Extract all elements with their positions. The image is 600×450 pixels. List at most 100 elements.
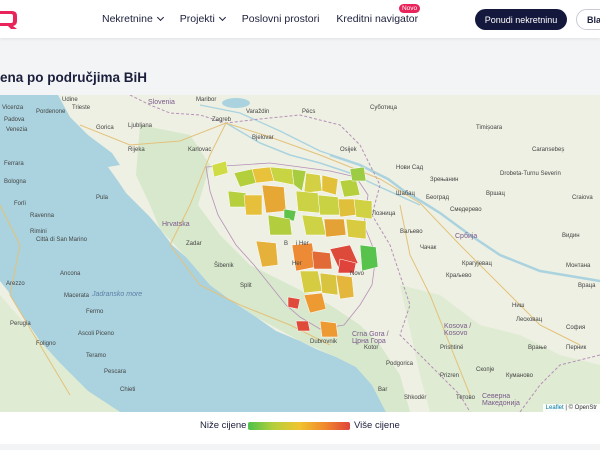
city-label-novo: Novo [350,271,365,277]
city-label-ancona: Ancona [60,271,81,277]
city-label-karlovac: Karlovac [188,147,212,153]
nav-item-label: Poslovni prostori [241,13,320,25]
city-label-bjelovar: Bjelovar [252,135,274,141]
city-label-pula: Pula [96,195,109,201]
city-label-ferrara: Ferrara [4,161,24,167]
country-label-slovenia: Slovenia [148,99,175,106]
city-label-prizren: Prizren [440,373,460,379]
city-label-split: Split [240,283,252,289]
region[interactable] [303,172,323,194]
region[interactable] [261,184,287,214]
map-attribution: Leaflet | © OpenStr [542,404,600,412]
region[interactable] [243,194,263,216]
blog-button[interactable]: Bla [576,9,600,30]
city-label-sabac: Шабац [396,191,415,197]
city-label-novi-sad: Нови Сад [396,165,424,171]
price-map[interactable]: Slovenia Hrvatska Србија Crna Gora / Црн… [0,95,600,412]
city-label-pristina: Prishtinë [440,345,464,351]
city-label-macerata: Macerata [64,293,90,299]
region[interactable] [287,296,301,310]
city-label-smederevo: Смедерево [450,207,482,213]
lake [222,98,250,108]
city-label-ascoli: Ascoli Piceno [78,331,115,337]
region[interactable] [345,218,367,240]
region[interactable] [323,218,347,238]
site-header: Nekretnine Projekti Poslovni prostori Kr… [0,0,600,38]
region[interactable] [227,190,247,208]
city-label-zagreb: Zagreb [212,117,232,123]
logo-icon[interactable] [0,9,18,29]
region[interactable] [295,190,321,214]
country-label-crna-gora: Crna Gora / Црна Гора [352,331,389,345]
city-label-perugia: Perugia [10,321,31,327]
map-canvas [0,95,600,412]
city-label-citta: Città di San Marino [36,237,88,243]
city-label-venezia: Venezia [6,127,28,133]
country-label-makedonija: Северна Македонија [482,393,520,407]
city-label-pernik: Перник [566,345,587,351]
region[interactable] [295,320,311,332]
city-label-varazdin: Varaždin [246,109,270,115]
chevron-down-icon [218,13,226,22]
city-label-udine: Udine [62,97,78,103]
city-label-arezzo: Arezzo [6,281,25,287]
page: Nekretnine Projekti Poslovni prostori Kr… [0,0,600,450]
city-label-drobeta: Drobeta-Turnu Severin [500,171,561,177]
region[interactable] [359,244,379,272]
city-label-maribor: Maribor [196,97,217,103]
city-label-kumanovo: Куманово [506,373,533,379]
city-label-zrenjanin: Зрењанин [430,177,459,183]
city-label-leskovac: Лесковац [516,317,543,323]
city-label-kotor: Kotor [364,345,379,351]
city-label-skopje: Скопје [476,367,495,373]
city-label-foligno: Foligno [36,341,56,347]
city-label-bosnia-b: B [284,241,289,247]
city-label-vidin: Видин [562,233,580,239]
nav-item-poslovni-prostori[interactable]: Poslovni prostori [242,13,320,25]
legend-gradient-bar [248,422,350,430]
city-label-trieste: Trieste [72,105,91,111]
region[interactable] [299,270,323,294]
nav-item-label: Projekti [179,13,215,25]
leaflet-link[interactable]: Leaflet [546,405,564,411]
section-title: ena po područjima BiH [0,70,148,85]
osm-attribution[interactable]: | © OpenStr [564,405,597,411]
city-label-kragujevac: Крагујевац [462,261,492,267]
region[interactable] [301,214,327,236]
city-label-sofia: София [566,325,586,331]
nav-item-projekti[interactable]: Projekti [179,13,226,25]
legend-high-label: Više cijene [354,420,400,431]
city-label-fermo: Fermo [86,309,104,315]
region[interactable] [319,272,339,296]
chevron-down-icon [156,13,164,22]
city-label-tetovo: Тетово [456,395,475,401]
region[interactable] [311,250,333,270]
city-label-craiova: Craiova [572,195,593,201]
city-label-bosnia-h: i Her [296,241,309,247]
city-label-kraljevo: Краљево [446,273,472,279]
region[interactable] [353,198,373,220]
city-label-loznica: Лозница [372,211,396,217]
price-legend: Niže cijene Više cijene [0,412,600,444]
ponudi-nekretninu-button[interactable]: Ponudi nekretninu [475,9,567,30]
city-label-bar: Bar [378,387,388,393]
nav-item-kreditni-navigator[interactable]: Kreditni navigator Novo [336,4,421,25]
city-label-cacak: Чачак [420,245,437,251]
city-label-bosnia-her: Her [292,261,302,267]
city-label-valjevo: Ваљево [400,229,423,235]
city-label-ljubljana: Ljubljana [128,123,153,129]
city-label-sibenik: Šibenik [214,263,234,269]
region[interactable] [319,320,339,338]
city-label-montana: Монтана [566,263,591,269]
city-label-pordenone: Pordenone [36,109,66,115]
city-label-rimini: Rimini [30,229,47,235]
city-label-vranje: Врање [528,345,547,351]
city-label-teramo: Teramo [86,353,107,359]
nav-item-nekretnine[interactable]: Nekretnine [102,13,164,25]
region[interactable] [317,194,341,216]
region[interactable] [337,198,357,218]
region[interactable] [349,166,367,182]
city-label-timisoara: Timișoara [476,125,503,131]
city-label-nis: Ниш [512,303,525,309]
nav-item-label: Nekretnine [102,13,153,25]
